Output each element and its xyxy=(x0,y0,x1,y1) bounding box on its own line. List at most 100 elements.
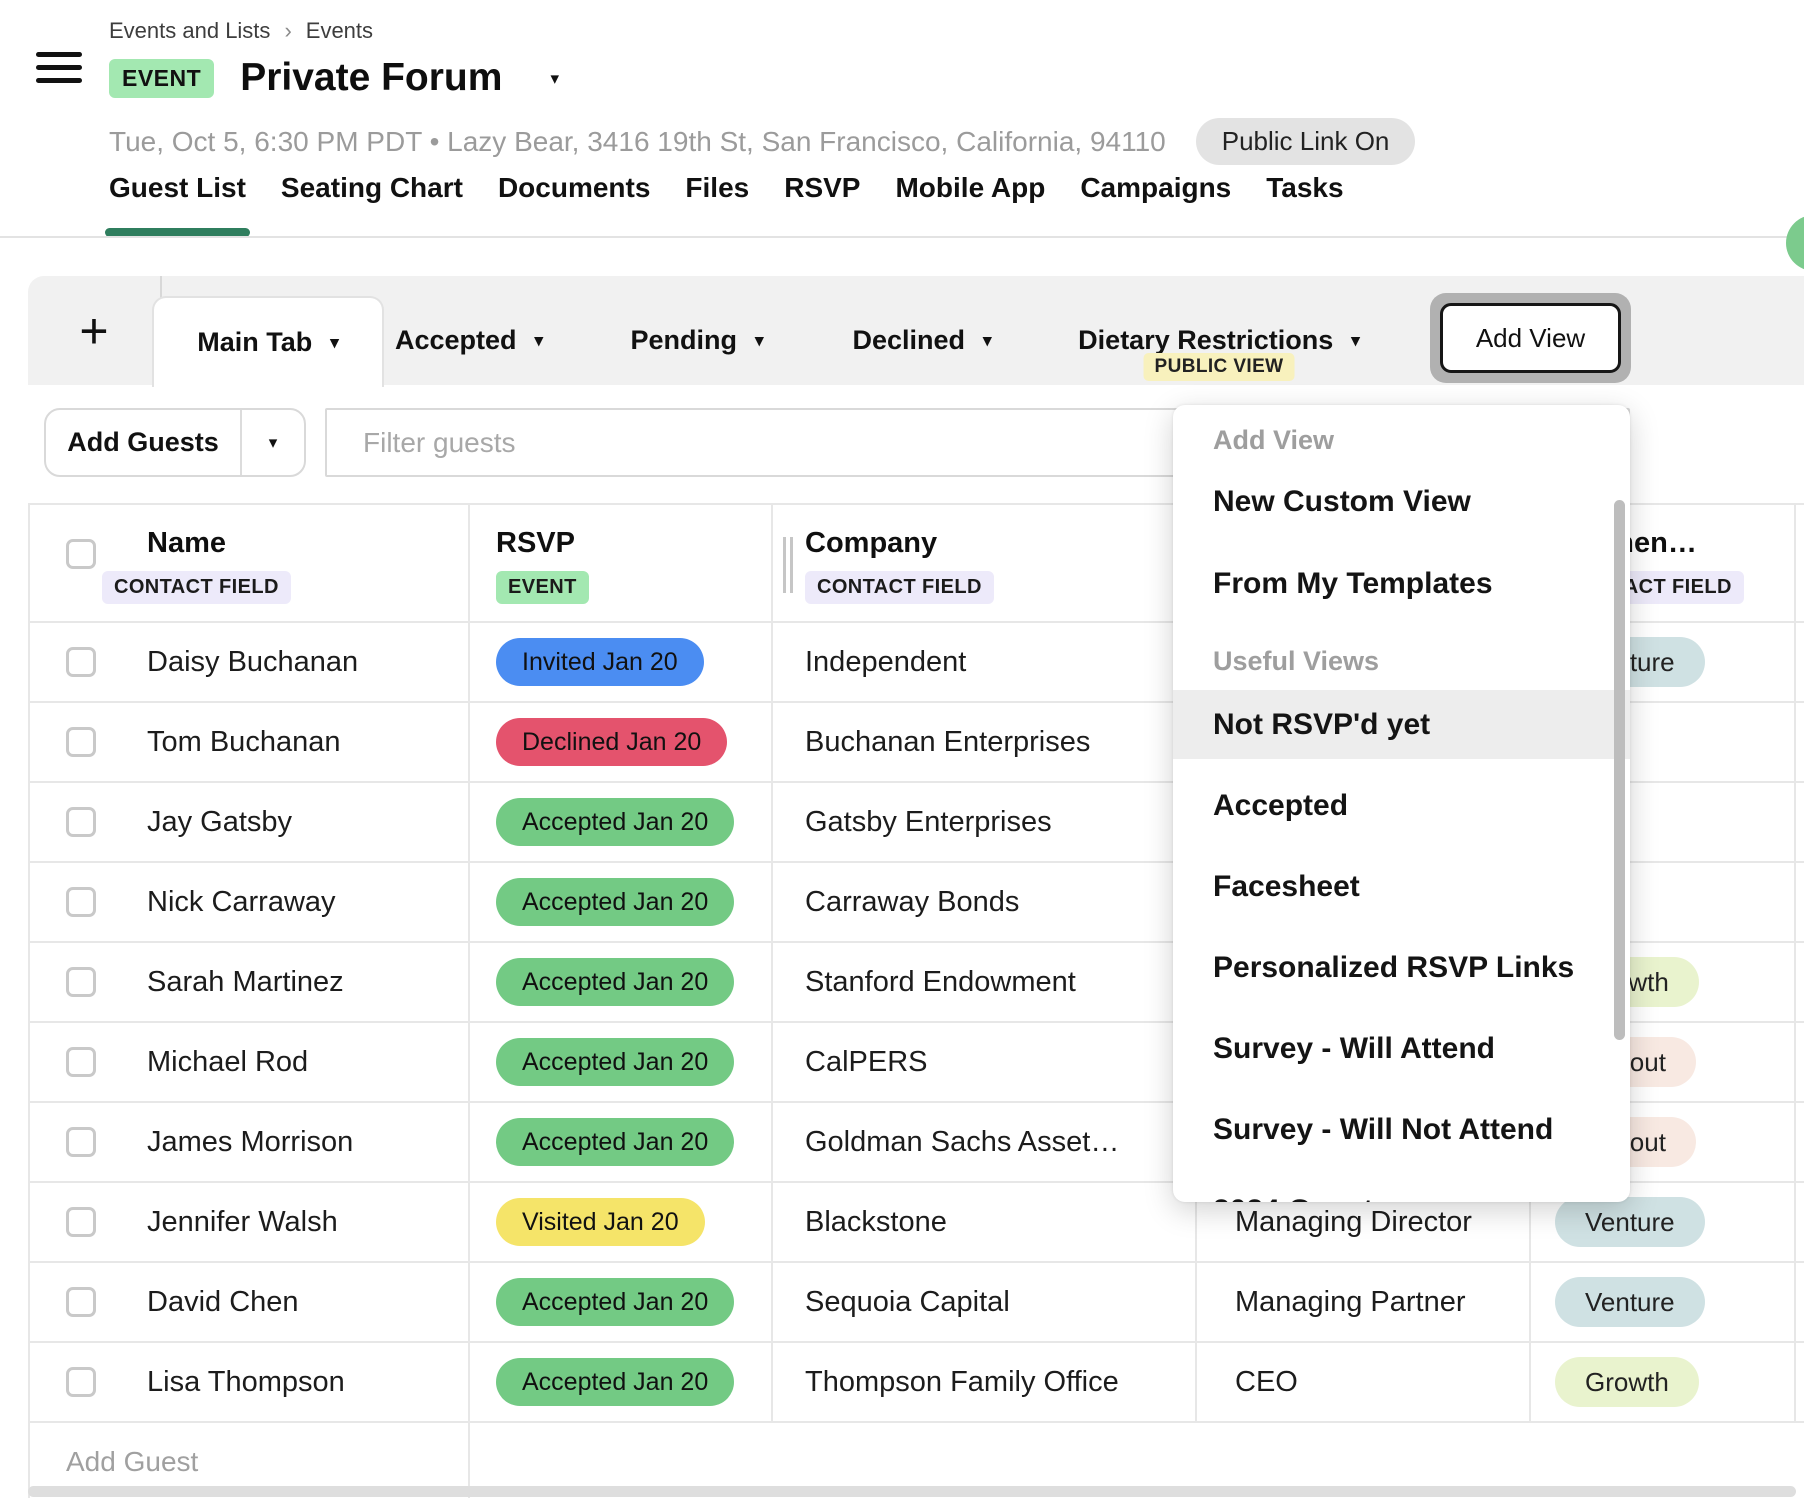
menu-item-not-rsvp-d-yet[interactable]: Not RSVP'd yet xyxy=(1173,690,1630,759)
menu-item-survey-will-attend[interactable]: Survey - Will Attend xyxy=(1173,1014,1630,1083)
tab-guest-list[interactable]: Guest List xyxy=(109,172,246,237)
row-checkbox[interactable] xyxy=(66,1207,96,1237)
add-guests-dropdown-toggle[interactable]: ▾ xyxy=(240,410,304,475)
view-tab-dietary-restrictions[interactable]: Dietary Restrictions▾PUBLIC VIEW xyxy=(1046,296,1392,385)
column-title: Name xyxy=(147,527,226,560)
company-cell: Independent xyxy=(773,623,1197,701)
row-checkbox[interactable] xyxy=(66,807,96,837)
rsvp-status-pill[interactable]: Declined Jan 20 xyxy=(496,718,727,766)
rsvp-cell: Accepted Jan 20 xyxy=(470,783,773,861)
breadcrumb-separator-icon: › xyxy=(284,18,291,44)
menu-item-new-custom-view[interactable]: New Custom View xyxy=(1173,467,1630,536)
rsvp-status-pill[interactable]: Accepted Jan 20 xyxy=(496,958,734,1006)
table-row-lisa-thompson[interactable]: Lisa ThompsonAccepted Jan 20Thompson Fam… xyxy=(30,1343,1804,1423)
event-type-badge: EVENT xyxy=(109,59,214,98)
tab-campaigns[interactable]: Campaigns xyxy=(1080,172,1231,237)
hamburger-bar xyxy=(36,65,82,70)
tab-seating-chart[interactable]: Seating Chart xyxy=(281,172,463,237)
breadcrumb-link-events-and-lists[interactable]: Events and Lists xyxy=(109,18,270,44)
row-filler xyxy=(1796,623,1804,701)
row-checkbox[interactable] xyxy=(66,1127,96,1157)
tab-tasks[interactable]: Tasks xyxy=(1266,172,1343,237)
job-title-cell: CEO xyxy=(1197,1343,1531,1421)
column-header-rsvp[interactable]: RSVPEVENT xyxy=(470,505,773,621)
view-tab-accepted[interactable]: Accepted▾ xyxy=(366,296,572,385)
menu-item-survey-will-not-attend[interactable]: Survey - Will Not Attend xyxy=(1173,1095,1630,1164)
row-checkbox[interactable] xyxy=(66,727,96,757)
menu-item-facesheet[interactable]: Facesheet xyxy=(1173,852,1630,921)
guest-name: Tom Buchanan xyxy=(147,726,340,759)
row-checkbox[interactable] xyxy=(66,647,96,677)
help-bubble-icon[interactable] xyxy=(1786,215,1804,271)
row-filler xyxy=(1796,1103,1804,1181)
row-filler xyxy=(1796,703,1804,781)
tab-mobile-app[interactable]: Mobile App xyxy=(895,172,1045,237)
rsvp-cell: Accepted Jan 20 xyxy=(470,943,773,1021)
rsvp-cell: Declined Jan 20 xyxy=(470,703,773,781)
breadcrumb-link-events[interactable]: Events xyxy=(306,18,373,44)
row-checkbox[interactable] xyxy=(66,967,96,997)
segment-pill: Growth xyxy=(1555,1357,1699,1407)
add-view-tab-button[interactable]: + xyxy=(28,276,162,385)
rsvp-status-pill[interactable]: Visited Jan 20 xyxy=(496,1198,705,1246)
hamburger-menu-icon[interactable] xyxy=(36,52,82,91)
add-view-button[interactable]: Add View xyxy=(1440,303,1621,373)
guest-name-cell: Nick Carraway xyxy=(30,863,470,941)
column-header-name[interactable]: NameCONTACT FIELD xyxy=(30,505,470,621)
company-cell: Thompson Family Office xyxy=(773,1343,1197,1421)
menu-item-2024-guests[interactable]: 2024 Guests xyxy=(1173,1176,1630,1202)
dropdown-scrollbar-thumb[interactable] xyxy=(1614,500,1625,1040)
chevron-down-icon: ▾ xyxy=(535,332,544,349)
tab-rsvp[interactable]: RSVP xyxy=(784,172,860,237)
select-all-checkbox[interactable] xyxy=(66,539,96,569)
tab-documents[interactable]: Documents xyxy=(498,172,650,237)
column-drag-handle-icon[interactable] xyxy=(783,537,793,593)
guest-name: Daisy Buchanan xyxy=(147,646,358,679)
view-tab-label: Main Tab xyxy=(197,327,312,358)
row-checkbox[interactable] xyxy=(66,1287,96,1317)
guest-name-cell: Daisy Buchanan xyxy=(30,623,470,701)
row-filler xyxy=(1796,943,1804,1021)
menu-section-label-add-view: Add View xyxy=(1173,417,1630,463)
tab-files[interactable]: Files xyxy=(685,172,749,237)
guest-name: James Morrison xyxy=(147,1126,353,1159)
row-checkbox[interactable] xyxy=(66,1047,96,1077)
chevron-down-icon: ▾ xyxy=(269,434,278,451)
menu-item-from-my-templates[interactable]: From My Templates xyxy=(1173,549,1630,618)
menu-item-personalized-rsvp-links[interactable]: Personalized RSVP Links xyxy=(1173,933,1630,1002)
row-checkbox[interactable] xyxy=(66,1367,96,1397)
column-field-type-badge: CONTACT FIELD xyxy=(805,571,994,604)
rsvp-status-pill[interactable]: Accepted Jan 20 xyxy=(496,1038,734,1086)
rsvp-status-pill[interactable]: Invited Jan 20 xyxy=(496,638,704,686)
guest-name-cell: Jay Gatsby xyxy=(30,783,470,861)
rsvp-status-pill[interactable]: Accepted Jan 20 xyxy=(496,1358,734,1406)
guest-name-cell: Tom Buchanan xyxy=(30,703,470,781)
horizontal-scrollbar[interactable] xyxy=(28,1486,1796,1497)
rsvp-cell: Accepted Jan 20 xyxy=(470,1103,773,1181)
section-nav-tabs: Guest List Seating Chart Documents Files RSV… xyxy=(109,172,1344,237)
add-guest-placeholder: Add Guest xyxy=(30,1446,198,1478)
row-checkbox[interactable] xyxy=(66,887,96,917)
add-guests-label[interactable]: Add Guests xyxy=(46,410,240,475)
guest-name-cell: James Morrison xyxy=(30,1103,470,1181)
table-row-david-chen[interactable]: David ChenAccepted Jan 20Sequoia Capital… xyxy=(30,1263,1804,1343)
rsvp-status-pill[interactable]: Accepted Jan 20 xyxy=(496,1118,734,1166)
view-tab-pending[interactable]: Pending▾ xyxy=(594,296,800,385)
title-chevron-down-icon[interactable]: ▾ xyxy=(550,70,559,87)
row-filler xyxy=(1796,783,1804,861)
view-tab-declined[interactable]: Declined▾ xyxy=(819,296,1025,385)
rsvp-status-pill[interactable]: Accepted Jan 20 xyxy=(496,878,734,926)
view-tab-main-tab[interactable]: Main Tab▾ xyxy=(152,296,384,387)
public-link-status-pill[interactable]: Public Link On xyxy=(1196,118,1416,165)
add-guests-split-button[interactable]: Add Guests ▾ xyxy=(44,408,306,477)
menu-item-accepted[interactable]: Accepted xyxy=(1173,771,1630,840)
column-header-company[interactable]: Company CONTACT FIELD xyxy=(773,505,1197,621)
column-field-type-badge: EVENT xyxy=(496,571,589,604)
guest-name-cell: Sarah Martinez xyxy=(30,943,470,1021)
guest-name: Sarah Martinez xyxy=(147,966,344,999)
row-filler xyxy=(1796,1343,1804,1421)
rsvp-status-pill[interactable]: Accepted Jan 20 xyxy=(496,1278,734,1326)
event-date-location: Tue, Oct 5, 6:30 PM PDT • Lazy Bear, 341… xyxy=(109,126,1166,158)
column-title: Company xyxy=(805,527,937,560)
rsvp-status-pill[interactable]: Accepted Jan 20 xyxy=(496,798,734,846)
